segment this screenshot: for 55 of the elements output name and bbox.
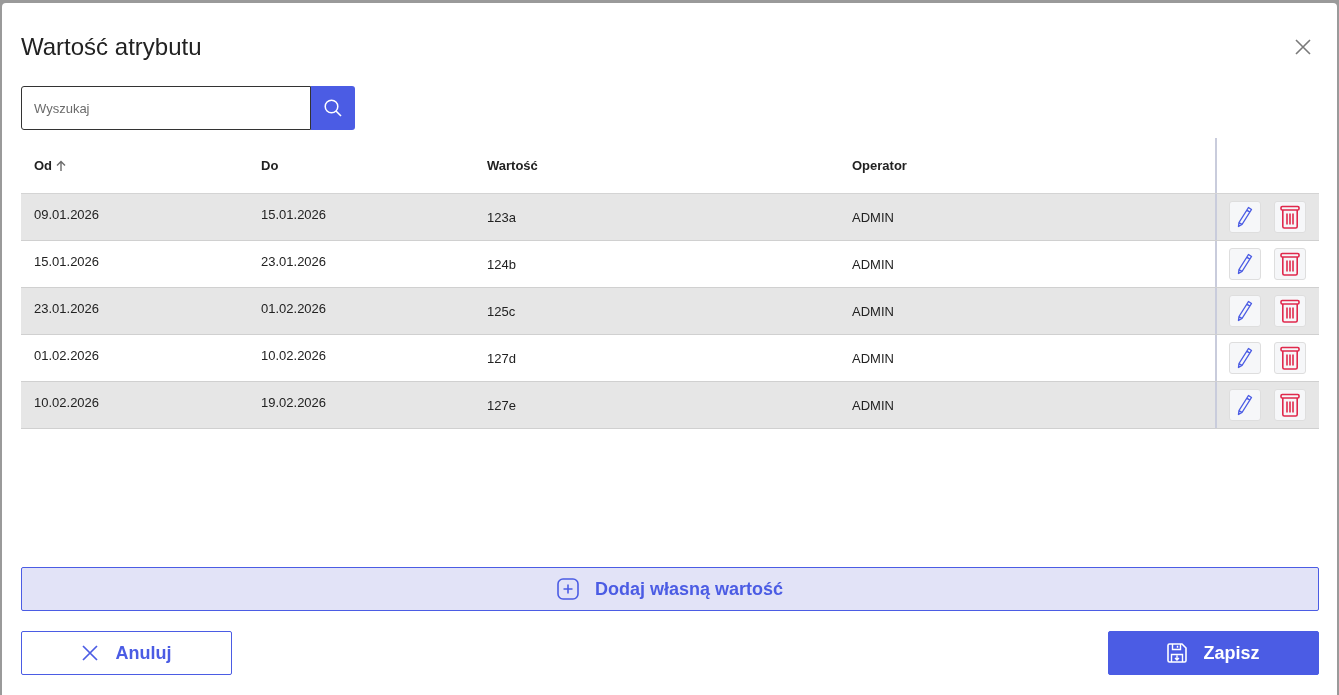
table-cell-text: ADMIN (851, 396, 895, 415)
table-cell-text: 10.02.2026 (33, 394, 101, 412)
table-cell-text: 127d (486, 349, 517, 368)
pencil-icon (1237, 253, 1253, 275)
delete-button[interactable] (1274, 389, 1306, 421)
trash-icon (1280, 393, 1300, 417)
edit-button[interactable] (1229, 248, 1261, 280)
delete-button[interactable] (1274, 201, 1306, 233)
column-header[interactable]: Od (34, 155, 53, 176)
trash-icon (1280, 205, 1300, 229)
table-cell-text: 125c (486, 302, 517, 321)
table-cell-text: 127e (486, 396, 517, 415)
cancel-button[interactable]: Anuluj (21, 631, 232, 675)
table-cell-text: ADMIN (851, 208, 895, 227)
column-header[interactable]: Wartość (487, 155, 538, 176)
edit-button[interactable] (1229, 389, 1261, 421)
search-field[interactable]: Wyszukaj (21, 86, 311, 130)
pencil-icon (1237, 300, 1253, 322)
delete-button[interactable] (1274, 295, 1306, 327)
pencil-icon (1237, 206, 1253, 228)
table-cell-text: ADMIN (851, 255, 895, 274)
table-cell-text: 123a (486, 208, 517, 227)
add-value-button[interactable]: Dodaj własną wartość (21, 567, 1319, 611)
dialog-title: Wartość atrybutu (21, 32, 202, 62)
edit-button[interactable] (1229, 295, 1261, 327)
search-icon (324, 99, 342, 117)
search-button[interactable] (311, 86, 355, 130)
table-cell-text: 19.02.2026 (260, 394, 328, 412)
table-cell-text: ADMIN (851, 349, 895, 368)
delete-button[interactable] (1274, 248, 1306, 280)
table-cell-text: 09.01.2026 (33, 206, 101, 224)
close-icon (1295, 39, 1311, 55)
trash-icon (1280, 252, 1300, 276)
table-cell-text: 15.01.2026 (260, 206, 328, 224)
table-cell-text: 23.01.2026 (260, 253, 328, 271)
trash-icon (1280, 299, 1300, 323)
plus-square-icon (556, 578, 579, 600)
trash-icon (1280, 346, 1300, 370)
table-cell-text: 01.02.2026 (260, 300, 328, 318)
close-icon (81, 645, 98, 661)
table-cell-text: 01.02.2026 (33, 347, 101, 365)
pencil-icon (1237, 347, 1253, 369)
table-cell-text: 10.02.2026 (260, 347, 328, 365)
table-cell-text: 124b (486, 255, 517, 274)
column-header[interactable]: Do (261, 155, 279, 176)
edit-button[interactable] (1229, 201, 1261, 233)
table-cell-text: 23.01.2026 (33, 300, 101, 318)
column-header[interactable]: Operator (852, 155, 907, 176)
pencil-icon (1237, 394, 1253, 416)
save-button[interactable]: Zapisz (1108, 631, 1319, 675)
delete-button[interactable] (1274, 342, 1306, 374)
edit-button[interactable] (1229, 342, 1261, 374)
table-cell-text: ADMIN (851, 302, 895, 321)
close-button[interactable] (1295, 39, 1311, 55)
table-cell-text: 15.01.2026 (33, 253, 101, 271)
